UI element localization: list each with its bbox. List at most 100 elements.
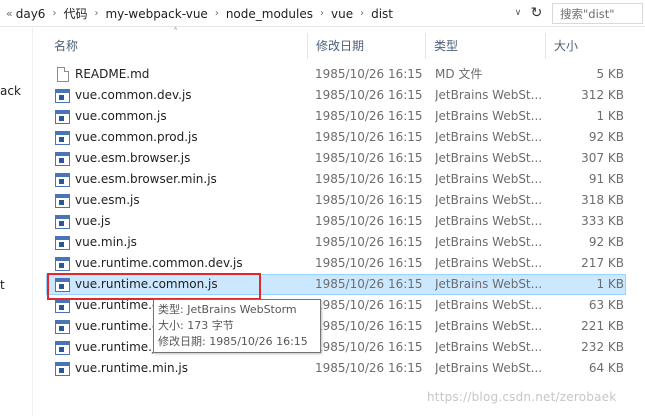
file-modified-date: 1985/10/26 16:15	[315, 130, 423, 144]
address-dropdown-icon[interactable]: ∨	[511, 6, 525, 20]
file-type: JetBrains WebSt...	[435, 130, 543, 144]
breadcrumb-chevron-icon[interactable]: ›	[353, 8, 371, 19]
webstorm-js-icon	[55, 109, 71, 125]
file-row[interactable]: vue.esm.browser.js 1985/10/26 16:15 JetBra…	[46, 148, 626, 169]
file-size: 92 KB	[588, 235, 624, 249]
tooltip-type: 类型: JetBrains WebStorm	[158, 303, 297, 316]
file-row[interactable]: README.md 1985/10/26 16:15 MD 文件 5 KB	[46, 64, 626, 85]
file-type: JetBrains WebSt...	[435, 361, 543, 375]
file-row[interactable]: vue.common.js 1985/10/26 16:15 JetBrains W…	[46, 106, 626, 127]
file-modified-date: 1985/10/26 16:15	[315, 361, 423, 375]
file-type: JetBrains WebSt...	[435, 172, 543, 186]
file-type: JetBrains WebSt...	[435, 340, 543, 354]
watermark: https://blog.csdn.net/zerobaek	[427, 390, 617, 404]
breadcrumb-overflow-icon[interactable]: «	[4, 7, 16, 20]
file-row[interactable]: vue.runtime.e 1985/10/26 16:15 JetBrains W…	[46, 316, 626, 337]
tooltip-size: 大小: 173 字节	[158, 319, 234, 332]
file-modified-date: 1985/10/26 16:15	[315, 277, 423, 291]
nav-item-fragment[interactable]: ack	[0, 84, 21, 98]
file-modified-date: 1985/10/26 16:15	[315, 340, 423, 354]
file-name: vue.js	[75, 214, 111, 228]
column-header-size[interactable]: 大小	[546, 33, 626, 59]
breadcrumb[interactable]: « day6 › 代码 › my-webpack-vue › node_modu…	[4, 4, 534, 23]
file-size: 318 KB	[581, 193, 624, 207]
file-type: JetBrains WebSt...	[435, 88, 543, 102]
file-type: MD 文件	[435, 67, 483, 81]
breadcrumb-item-node-modules[interactable]: node_modules	[226, 7, 313, 21]
file-row[interactable]: vue.runtime.c 1985/10/26 16:15 JetBrains W…	[46, 295, 626, 316]
file-info-tooltip: 类型: JetBrains WebStorm 大小: 173 字节 修改日期: …	[153, 299, 321, 353]
address-bar[interactable]: « day6 › 代码 › my-webpack-vue › node_modu…	[0, 0, 645, 27]
file-row[interactable]: vue.js 1985/10/26 16:15 JetBrains WebSt...…	[46, 211, 626, 232]
webstorm-js-icon	[55, 235, 71, 251]
column-header-date[interactable]: 修改日期	[308, 33, 426, 59]
nav-item-fragment[interactable]: t	[0, 278, 5, 292]
webstorm-js-icon	[55, 256, 71, 272]
file-type: JetBrains WebSt...	[435, 193, 543, 207]
document-icon	[55, 67, 71, 83]
file-name: vue.runtime.common.js	[75, 277, 218, 291]
file-row[interactable]: vue.runtime.common.dev.js 1985/10/26 16:1…	[46, 253, 626, 274]
breadcrumb-chevron-icon[interactable]: ›	[45, 8, 63, 19]
file-modified-date: 1985/10/26 16:15	[315, 172, 423, 186]
breadcrumb-chevron-icon[interactable]: ›	[87, 8, 105, 19]
file-modified-date: 1985/10/26 16:15	[315, 298, 423, 312]
search-box[interactable]	[552, 3, 643, 24]
webstorm-js-icon	[55, 151, 71, 167]
breadcrumb-chevron-icon[interactable]: ›	[313, 8, 331, 19]
file-type: JetBrains WebSt...	[435, 151, 543, 165]
file-name: vue.common.dev.js	[75, 88, 192, 102]
webstorm-js-icon	[55, 193, 71, 209]
breadcrumb-item-code[interactable]: 代码	[63, 5, 87, 22]
file-row[interactable]: vue.esm.js 1985/10/26 16:15 JetBrains WebS…	[46, 190, 626, 211]
breadcrumb-item-my-webpack-vue[interactable]: my-webpack-vue	[105, 7, 207, 21]
file-size: 307 KB	[581, 151, 624, 165]
breadcrumb-chevron-icon[interactable]: ›	[208, 8, 226, 19]
file-name: vue.common.js	[75, 109, 167, 123]
file-row[interactable]: vue.esm.browser.min.js 1985/10/26 16:15 Je…	[46, 169, 626, 190]
column-header-name[interactable]: 名称	[46, 33, 308, 59]
file-row[interactable]: vue.runtime.common.js 1985/10/26 16:15 Jet…	[46, 274, 626, 295]
webstorm-js-icon	[55, 277, 71, 293]
breadcrumb-item-dist[interactable]: dist	[371, 7, 393, 21]
file-size: 63 KB	[588, 298, 624, 312]
column-header-type[interactable]: 类型	[426, 33, 546, 59]
file-row[interactable]: vue.min.js 1985/10/26 16:15 JetBrains WebS…	[46, 232, 626, 253]
breadcrumb-item-day6[interactable]: day6	[16, 7, 46, 21]
search-input[interactable]	[553, 4, 642, 23]
refresh-icon[interactable]: ↻	[526, 3, 547, 24]
file-name: vue.esm.browser.js	[75, 151, 191, 165]
webstorm-js-icon	[55, 340, 71, 356]
webstorm-js-icon	[55, 319, 71, 335]
file-size: 64 KB	[588, 361, 624, 375]
file-row[interactable]: vue.runtime.js 1985/10/26 16:15 JetBrains …	[46, 337, 626, 358]
file-type: JetBrains WebSt...	[435, 109, 543, 123]
file-size: 5 KB	[596, 67, 624, 81]
file-modified-date: 1985/10/26 16:15	[315, 214, 423, 228]
file-modified-date: 1985/10/26 16:15	[315, 88, 423, 102]
file-row[interactable]: vue.common.dev.js 1985/10/26 16:15 JetBrai…	[46, 85, 626, 106]
file-modified-date: 1985/10/26 16:15	[315, 67, 423, 81]
file-modified-date: 1985/10/26 16:15	[315, 151, 423, 165]
file-row[interactable]: vue.common.prod.js 1985/10/26 16:15 JetBra…	[46, 127, 626, 148]
file-size: 92 KB	[588, 130, 624, 144]
file-name: vue.min.js	[75, 235, 137, 249]
file-name: README.md	[75, 67, 150, 81]
file-modified-date: 1985/10/26 16:15	[315, 319, 423, 333]
file-name: vue.esm.browser.min.js	[75, 172, 217, 186]
file-modified-date: 1985/10/26 16:15	[315, 235, 423, 249]
file-modified-date: 1985/10/26 16:15	[315, 109, 423, 123]
webstorm-js-icon	[55, 361, 71, 377]
file-size: 232 KB	[581, 340, 624, 354]
file-type: JetBrains WebSt...	[435, 298, 543, 312]
file-row[interactable]: vue.runtime.min.js 1985/10/26 16:15 JetBra…	[46, 358, 626, 379]
breadcrumb-item-vue[interactable]: vue	[331, 7, 353, 21]
file-name: vue.runtime.min.js	[75, 361, 189, 375]
file-name: vue.runtime.common.dev.js	[75, 256, 243, 270]
webstorm-js-icon	[55, 298, 71, 314]
navigation-pane[interactable]: ack t	[0, 28, 33, 416]
file-size: 1 KB	[596, 109, 624, 123]
file-type: JetBrains WebSt...	[435, 256, 543, 270]
file-size: 221 KB	[581, 319, 624, 333]
file-name: vue.common.prod.js	[75, 130, 198, 144]
